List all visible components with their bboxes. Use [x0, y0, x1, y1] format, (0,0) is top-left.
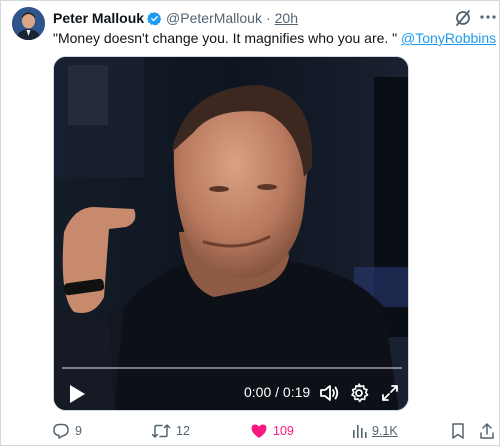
mention-link[interactable]: @TonyRobbins	[401, 30, 496, 46]
author-name[interactable]: Peter Mallouk	[53, 10, 144, 26]
gear-icon[interactable]	[348, 382, 370, 404]
views-button[interactable]: 9.1K	[351, 421, 398, 441]
retweet-button[interactable]: 12	[151, 421, 190, 441]
views-count: 9.1K	[372, 424, 398, 438]
share-button[interactable]	[479, 421, 495, 441]
progress-bar[interactable]	[62, 367, 402, 369]
more-icon[interactable]	[479, 7, 497, 27]
tweet-card[interactable]: Peter Mallouk @PeterMallouk · 20h "Money…	[0, 0, 500, 446]
avatar[interactable]	[12, 7, 45, 40]
volume-icon[interactable]	[318, 382, 340, 404]
video-player[interactable]: 0:00 / 0:19	[53, 56, 409, 411]
heart-icon	[251, 424, 267, 438]
views-icon	[353, 425, 367, 438]
verified-badge-icon	[147, 11, 162, 26]
reply-button[interactable]: 9	[52, 421, 82, 441]
tweet-header: Peter Mallouk @PeterMallouk · 20h	[53, 9, 298, 27]
separator-dot: ·	[265, 10, 271, 26]
video-frame	[54, 57, 408, 410]
tweet-body: "Money doesn't change you. It magnifies …	[53, 30, 402, 46]
fullscreen-icon[interactable]	[379, 382, 401, 404]
retweet-count: 12	[176, 424, 190, 438]
like-count: 109	[273, 424, 294, 438]
bookmark-icon	[452, 423, 464, 439]
share-icon	[480, 423, 494, 439]
author-handle[interactable]: @PeterMallouk	[166, 10, 262, 26]
reply-icon	[53, 423, 69, 439]
grok-icon[interactable]	[453, 8, 473, 28]
action-bar: 9 12 109 9.1K	[1, 421, 500, 441]
timestamp-link[interactable]: 20h	[275, 10, 298, 26]
bookmark-button[interactable]	[450, 421, 466, 441]
like-button[interactable]: 109	[250, 421, 294, 441]
video-timecode: 0:00 / 0:19	[244, 384, 311, 400]
play-icon[interactable]	[62, 380, 90, 408]
tweet-text: "Money doesn't change you. It magnifies …	[53, 29, 496, 47]
reply-count: 9	[75, 424, 82, 438]
retweet-icon	[151, 424, 171, 438]
